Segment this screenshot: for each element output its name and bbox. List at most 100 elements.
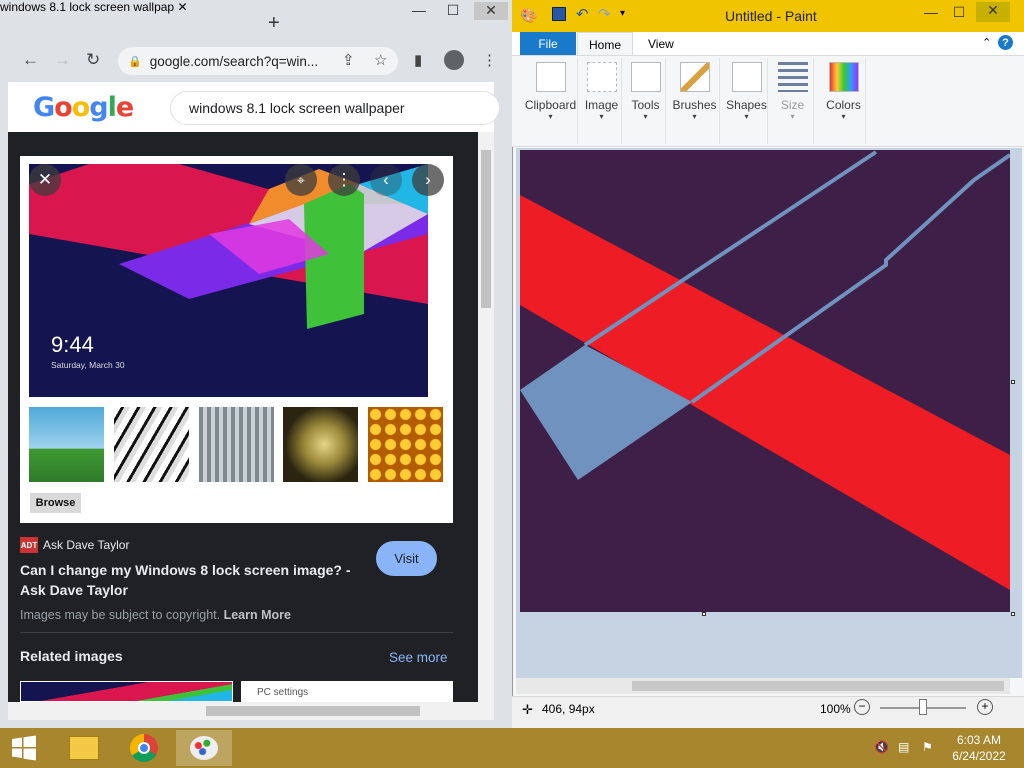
action-center-icon[interactable]: ⚑ [922, 740, 933, 754]
colors-group[interactable]: Colors ▾ [822, 58, 866, 144]
bookmark-star-icon[interactable]: ☆ [374, 51, 387, 69]
cursor-position: 406, 94px [542, 702, 595, 716]
lock-icon: 🔒 [128, 55, 142, 68]
zoom-slider-thumb[interactable] [919, 699, 927, 715]
related-image-1[interactable] [20, 681, 233, 702]
tab-title: windows 8.1 lock screen wallpap [0, 0, 175, 14]
horizontal-scrollbar[interactable] [8, 702, 494, 720]
thumbnail-nautilus[interactable] [283, 407, 358, 482]
result-title[interactable]: Can I change my Windows 8 lock screen im… [20, 560, 360, 600]
thumbnail-piano[interactable] [114, 407, 189, 482]
share-icon[interactable]: ⇪ [342, 51, 355, 69]
side-panel-icon[interactable]: ▮ [414, 51, 422, 69]
vertical-scroll-thumb[interactable] [481, 150, 491, 308]
brush-icon [679, 62, 710, 92]
zoom-level: 100% [820, 702, 851, 716]
paint-close-button[interactable]: ✕ [976, 2, 1010, 22]
close-button[interactable]: ✕ [474, 2, 508, 20]
clock[interactable]: 6:03 AM 6/24/2022 [948, 733, 1010, 763]
horizontal-scroll-thumb[interactable] [206, 706, 420, 716]
preview-date-text: Saturday, March 30 [51, 360, 125, 370]
minimize-button[interactable]: — [402, 2, 436, 18]
next-image-icon[interactable]: › [412, 164, 444, 196]
paint-maximize-button[interactable]: ☐ [942, 4, 976, 21]
image-group[interactable]: Image ▾ [582, 58, 622, 144]
learn-more-link[interactable]: Learn More [224, 608, 291, 622]
shapes-icon [731, 62, 762, 92]
resize-handle-right[interactable] [1011, 380, 1015, 384]
profile-avatar[interactable] [444, 50, 464, 70]
brushes-group[interactable]: Brushes ▾ [670, 58, 720, 144]
divider [20, 632, 453, 633]
undo-icon[interactable]: ↶ [576, 5, 589, 23]
redo-icon[interactable]: ↷ [598, 5, 611, 23]
related-image-2-text: PC settings [257, 687, 309, 698]
view-tab[interactable]: View [648, 37, 674, 51]
thumbnail-space-needle[interactable] [29, 407, 104, 482]
close-preview-icon[interactable]: ✕ [29, 164, 61, 196]
home-tab[interactable]: Home [577, 32, 633, 56]
search-input[interactable]: windows 8.1 lock screen wallpaper [170, 91, 500, 125]
preview-image[interactable]: 9:44 Saturday, March 30 [29, 164, 428, 397]
resize-handle-bottom[interactable] [702, 612, 706, 616]
preview-time-text: 9:44 [51, 332, 94, 357]
chrome-tab[interactable]: windows 8.1 lock screen wallpap ✕ [0, 0, 188, 14]
tab-close-icon[interactable]: ✕ [177, 0, 187, 14]
start-button[interactable] [0, 730, 48, 766]
source-name[interactable]: Ask Dave Taylor [43, 538, 129, 552]
colors-label: Colors [826, 98, 861, 112]
maximize-button[interactable]: ☐ [436, 2, 470, 19]
search-query-text: windows 8.1 lock screen wallpaper [189, 100, 405, 116]
brushes-label: Brushes [672, 98, 717, 112]
new-tab-button[interactable]: + [268, 12, 280, 35]
browse-button[interactable]: Browse [30, 493, 81, 513]
menu-dots-icon[interactable]: ⋮ [482, 51, 497, 69]
size-label: Size [780, 98, 805, 112]
prev-image-icon[interactable]: ‹ [370, 164, 402, 196]
shapes-group[interactable]: Shapes ▾ [726, 58, 768, 144]
tools-label: Tools [631, 98, 660, 112]
size-group[interactable]: Size ▾ [772, 58, 814, 144]
clipboard-icon [535, 62, 566, 92]
file-explorer-icon[interactable] [56, 730, 112, 766]
reload-icon[interactable]: ↻ [86, 50, 100, 70]
chrome-taskbar-icon[interactable] [116, 730, 172, 766]
zoom-in-button[interactable]: + [977, 699, 993, 715]
address-bar[interactable]: 🔒 google.com/search?q=win... [118, 47, 398, 75]
thumbnail-honeycomb[interactable] [368, 407, 443, 482]
volume-muted-icon[interactable]: 🔇 [874, 740, 889, 754]
clipboard-group[interactable]: Clipboard ▾ [524, 58, 578, 144]
help-icon[interactable]: ? [998, 35, 1013, 50]
quick-access-dropdown-icon[interactable]: ▾ [620, 8, 625, 19]
cursor-position-icon: ✛ [522, 702, 533, 717]
resize-handle-corner[interactable] [1011, 612, 1015, 616]
vertical-scrollbar[interactable] [478, 132, 494, 702]
visit-button[interactable]: Visit [376, 541, 437, 576]
related-image-2[interactable]: PC settings [241, 681, 453, 702]
source-favicon: ADT [20, 537, 38, 553]
forward-icon[interactable]: → [54, 50, 71, 70]
clock-date: 6/24/2022 [952, 749, 1006, 763]
lens-search-icon[interactable]: ⌖ [285, 164, 317, 196]
related-images-heading: Related images [20, 648, 123, 664]
zoom-out-button[interactable]: − [854, 699, 870, 715]
google-logo[interactable]: Google [33, 92, 134, 123]
back-icon[interactable]: ← [22, 50, 39, 70]
ribbon-collapse-icon[interactable]: ⌃ [982, 36, 991, 49]
paint-horizontal-scrollbar[interactable] [516, 678, 1010, 694]
more-options-icon[interactable]: ⋮ [328, 164, 360, 196]
copyright-notice: Images may be subject to copyright. Lear… [20, 608, 291, 622]
drawing-canvas[interactable] [520, 150, 1010, 612]
paint-scroll-thumb[interactable] [632, 681, 1004, 691]
thumbnail-tunnel[interactable] [199, 407, 274, 482]
save-icon[interactable] [552, 7, 566, 21]
clock-time: 6:03 AM [956, 733, 1002, 747]
see-more-link[interactable]: See more [389, 650, 448, 665]
tools-group[interactable]: Tools ▾ [626, 58, 666, 144]
paint-app-icon[interactable]: 🎨 [520, 7, 537, 24]
network-icon[interactable]: ▤ [898, 740, 909, 754]
shapes-label: Shapes [726, 98, 767, 112]
paint-taskbar-icon[interactable] [176, 730, 232, 766]
file-tab[interactable]: File [520, 32, 576, 55]
tools-icon [630, 62, 661, 92]
